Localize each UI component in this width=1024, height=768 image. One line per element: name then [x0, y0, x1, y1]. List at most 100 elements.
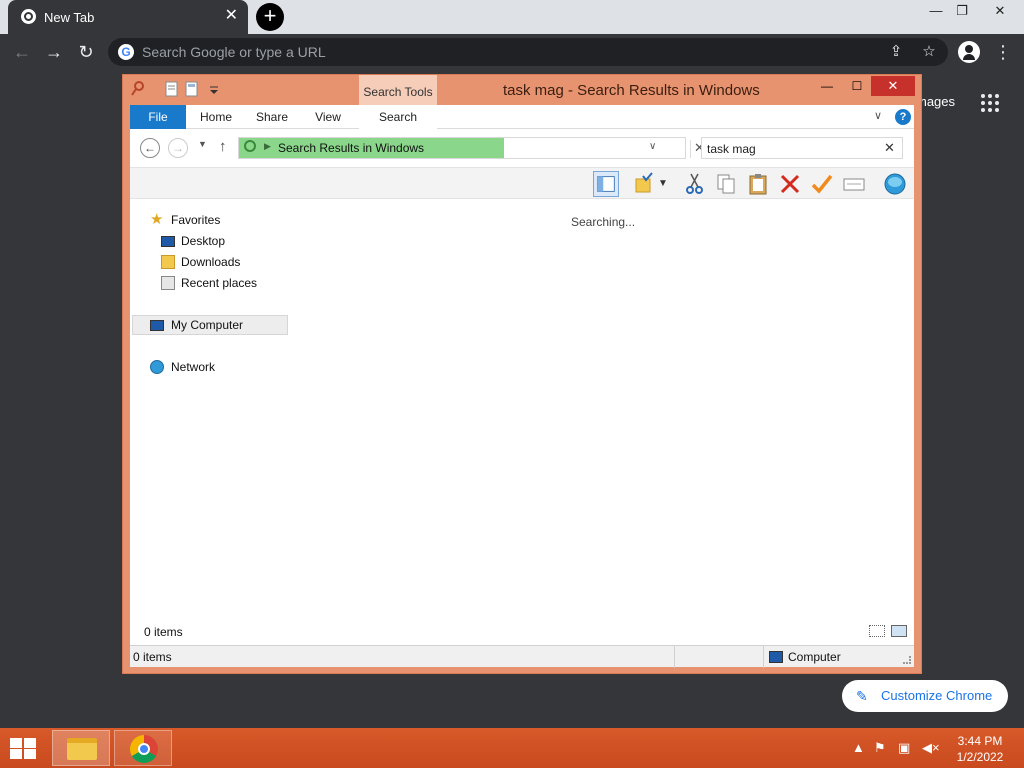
search-input[interactable]: [707, 141, 877, 157]
nav-desktop[interactable]: Desktop: [130, 231, 290, 251]
nav-downloads[interactable]: Downloads: [130, 252, 290, 272]
delete-icon[interactable]: [777, 171, 803, 197]
omnibox[interactable]: G ⇪ ☆: [108, 38, 948, 66]
network-tray-icon[interactable]: ▣: [898, 741, 910, 755]
search-status-text: Searching...: [571, 215, 636, 229]
nav-network[interactable]: Network: [130, 357, 290, 377]
volume-muted-icon[interactable]: ◀×: [922, 741, 940, 755]
file-list-area[interactable]: Searching...: [290, 199, 914, 639]
nav-my-computer-label: My Computer: [171, 318, 244, 332]
reload-icon[interactable]: ↻: [74, 40, 98, 64]
nav-favorites[interactable]: ★ Favorites: [130, 210, 290, 230]
explorer-forward-icon[interactable]: →: [168, 138, 188, 158]
nav-favorites-label: Favorites: [171, 213, 221, 227]
network-globe-icon[interactable]: [882, 171, 908, 197]
taskbar-chrome[interactable]: [114, 730, 172, 766]
tab-search[interactable]: Search: [359, 105, 437, 129]
status-location: Computer: [788, 650, 841, 664]
status-divider: [674, 646, 675, 668]
show-hidden-icons-chevron-icon[interactable]: ▲: [852, 741, 865, 755]
nav-downloads-label: Downloads: [181, 255, 241, 269]
explorer-back-icon[interactable]: ←: [140, 138, 160, 158]
up-level-icon[interactable]: ↑: [219, 138, 227, 155]
window-restore-button[interactable]: ❐: [946, 0, 978, 24]
clock-date[interactable]: 1/2/2022: [944, 750, 1016, 764]
action-center-flag-icon[interactable]: ⚑: [874, 741, 886, 755]
tab-title: New Tab: [44, 10, 95, 25]
help-icon[interactable]: ?: [895, 109, 911, 125]
apps-grid-icon[interactable]: [981, 94, 999, 112]
explorer-minimize-button[interactable]: —: [813, 77, 841, 95]
chrome-menu-icon[interactable]: ⋮: [994, 40, 1012, 64]
nav-desktop-label: Desktop: [181, 234, 226, 248]
forward-arrow-icon[interactable]: →: [42, 40, 66, 64]
item-count-bar: 0 items: [130, 621, 914, 643]
explorer-close-button[interactable]: ✕: [871, 76, 915, 96]
pencil-icon: ✎: [856, 688, 868, 704]
address-dropdown-icon[interactable]: ∨: [649, 141, 656, 152]
tab-close-icon[interactable]: ✕: [225, 7, 238, 25]
status-divider: [763, 646, 764, 668]
recent-locations-icon[interactable]: ▼: [198, 139, 207, 149]
item-count: 0 items: [144, 625, 183, 639]
tab-strip: New Tab ✕ + — ❐ ✕: [0, 0, 1024, 34]
start-windows-icon[interactable]: [8, 736, 38, 760]
large-icons-view-icon[interactable]: [891, 625, 907, 637]
select-dropdown-icon[interactable]: ▼: [656, 171, 670, 197]
omnibox-input[interactable]: [142, 42, 842, 62]
ribbon-expand-icon[interactable]: ∨: [874, 109, 882, 122]
window-title: task mag - Search Results in Windows: [503, 82, 760, 99]
search-location-icon: [244, 140, 256, 152]
status-item-count: 0 items: [133, 650, 172, 664]
explorer-client-area: File Home Share View Search ∨ ? ← → ▼ ↑ …: [130, 105, 914, 668]
clear-search-icon[interactable]: ✕: [884, 140, 895, 156]
back-arrow-icon[interactable]: ←: [10, 40, 34, 64]
nav-recent-places[interactable]: Recent places: [130, 273, 290, 293]
chrome-icon: [130, 735, 158, 763]
preview-pane-icon[interactable]: [593, 171, 619, 197]
command-bar: ▼: [130, 167, 914, 199]
tab-file[interactable]: File: [130, 105, 186, 129]
network-icon: [150, 360, 164, 374]
quick-access-dropdown-icon[interactable]: [207, 81, 221, 97]
address-location[interactable]: Search Results in Windows: [278, 141, 424, 155]
customize-chrome-button[interactable]: ✎ Customize Chrome: [842, 680, 1008, 712]
new-folder-icon[interactable]: [185, 81, 199, 97]
search-magnifier-icon: [131, 81, 144, 96]
properties-dialog-icon[interactable]: [841, 171, 867, 197]
clock-time[interactable]: 3:44 PM: [944, 734, 1016, 748]
details-view-icon[interactable]: [869, 625, 885, 637]
tab-view[interactable]: View: [300, 105, 356, 129]
rename-check-icon[interactable]: [809, 171, 835, 197]
search-tools-label: Search Tools: [363, 85, 433, 99]
window-close-button[interactable]: ✕: [984, 0, 1016, 24]
google-icon: G: [118, 44, 134, 60]
computer-status-icon: [769, 651, 783, 663]
nav-my-computer[interactable]: My Computer: [132, 315, 288, 335]
tab-home[interactable]: Home: [188, 105, 244, 129]
properties-icon[interactable]: [165, 81, 179, 97]
address-bar[interactable]: ▶ Search Results in Windows ∨: [238, 137, 686, 159]
chrome-favicon-icon: [21, 9, 36, 24]
ribbon-tabs: File Home Share View Search ∨ ?: [130, 105, 914, 129]
search-box[interactable]: ✕: [701, 137, 903, 159]
profile-avatar-icon[interactable]: [958, 41, 980, 63]
explorer-maximize-button[interactable]: ☐: [843, 77, 871, 95]
resize-grip-icon[interactable]: [903, 656, 911, 664]
explorer-window: Search Tools task mag - Search Results i…: [122, 74, 922, 674]
cut-scissors-icon[interactable]: [682, 171, 708, 197]
tab-share[interactable]: Share: [244, 105, 300, 129]
breadcrumb-chevron-icon[interactable]: ▶: [264, 141, 271, 152]
share-icon[interactable]: ⇪: [886, 42, 906, 62]
browser-toolbar: ← → ↻ G ⇪ ☆: [0, 34, 1024, 70]
taskbar-file-explorer[interactable]: [52, 730, 110, 766]
tab-new-tab[interactable]: New Tab ✕: [8, 0, 248, 34]
nav-network-label: Network: [171, 360, 216, 374]
downloads-folder-icon: [161, 255, 175, 269]
bookmark-star-icon[interactable]: ☆: [919, 42, 939, 62]
new-tab-button[interactable]: +: [256, 3, 284, 31]
paste-clipboard-icon[interactable]: [745, 171, 771, 197]
copy-icon[interactable]: [713, 171, 739, 197]
nav-recent-places-label: Recent places: [181, 276, 258, 290]
customize-chrome-label: Customize Chrome: [881, 688, 993, 703]
